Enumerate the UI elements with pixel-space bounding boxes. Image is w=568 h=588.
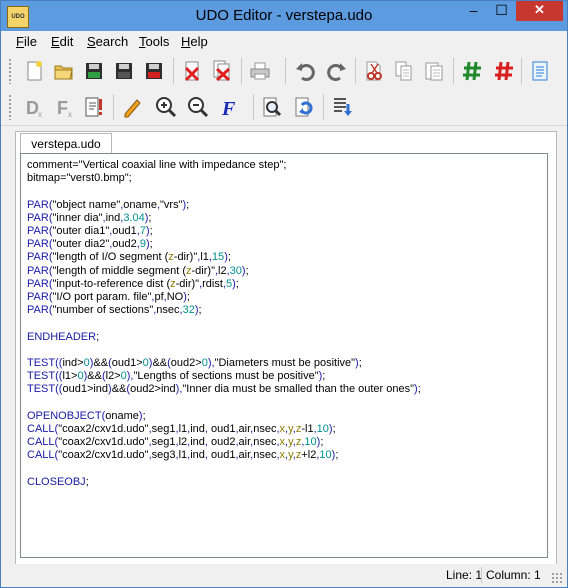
app-window: UDO UDO Editor - verstepa.udo – ☐ ✕ File… [0, 0, 568, 588]
status-bar: Line: 1 Column: 1 [1, 564, 567, 587]
code-line[interactable]: TEST((ind>0)&&(oud1>0)&&(oud2>0),"Diamet… [27, 357, 421, 370]
zoom-out-icon[interactable] [185, 93, 211, 121]
redo-icon[interactable] [323, 57, 349, 85]
code-line[interactable]: PAR("outer dia1",oud1,7); [27, 225, 421, 238]
list-down-icon[interactable] [329, 93, 355, 121]
menu-help[interactable]: Help [181, 34, 208, 49]
code-line[interactable]: TEST((l1>0)&&(l2>0),"Lengths of sections… [27, 370, 421, 383]
save-dark-icon[interactable] [111, 57, 137, 85]
code-line[interactable] [27, 463, 421, 476]
toolbar-separator [285, 58, 286, 84]
toolbar-separator [355, 58, 356, 84]
title-bar: UDO UDO Editor - verstepa.udo – ☐ ✕ [1, 1, 567, 31]
close-window-button[interactable]: ✕ [516, 1, 563, 21]
toolbar-separator [323, 94, 324, 120]
menu-edit[interactable]: Edit [51, 34, 73, 49]
code-line[interactable]: PAR("inner dia",ind,3.04); [27, 212, 421, 225]
svg-text:x: x [68, 110, 72, 118]
pencil-icon[interactable] [119, 93, 145, 121]
save-green-icon[interactable] [81, 57, 107, 85]
toolbar-separator [521, 58, 522, 84]
code-line[interactable]: TEST((oud1>ind)&&(oud2>ind),"Inner dia m… [27, 383, 421, 396]
code-line[interactable]: CALL("coax2/cxv1d.udo",seg1,l1,ind, oud1… [27, 423, 421, 436]
maximize-button[interactable]: ☐ [488, 1, 515, 21]
close-all-icon[interactable] [209, 57, 235, 85]
svg-text:F: F [221, 98, 236, 118]
secondary-toolbar: Dx Fx F [1, 89, 567, 126]
code-line[interactable]: PAR("number of sections",nsec,32); [27, 304, 421, 317]
replace-icon[interactable] [291, 93, 317, 121]
toolbar-separator [113, 94, 114, 120]
new-file-icon[interactable] [21, 57, 47, 85]
menu-tools[interactable]: Tools [139, 34, 169, 49]
code-line[interactable] [27, 344, 421, 357]
undo-icon[interactable] [293, 57, 319, 85]
code-line[interactable]: PAR("input-to-reference dist (z-dir)",rd… [27, 278, 421, 291]
minimize-button[interactable]: – [460, 1, 487, 21]
main-toolbar [1, 53, 567, 89]
print-icon[interactable] [247, 57, 273, 85]
open-folder-icon[interactable] [51, 57, 77, 85]
code-line[interactable]: PAR("outer dia2",oud2,9); [27, 238, 421, 251]
status-column: Column: 1 [486, 568, 541, 582]
search-doc-icon[interactable] [259, 93, 285, 121]
copy-icon[interactable] [391, 57, 417, 85]
code-line[interactable]: PAR("length of middle segment (z-dir)",l… [27, 265, 421, 278]
code-line[interactable] [27, 317, 421, 330]
status-line: Line: 1 [446, 568, 483, 582]
code-line[interactable]: OPENOBJECT(oname); [27, 410, 421, 423]
toolbar-separator [173, 58, 174, 84]
status-separator [481, 567, 482, 583]
code-line[interactable]: CALL("coax2/cxv1d.udo",seg1,l2,ind, oud2… [27, 436, 421, 449]
hash-red-icon[interactable] [491, 57, 517, 85]
resize-grip[interactable] [551, 572, 563, 584]
paste-icon[interactable] [421, 57, 447, 85]
code-line[interactable]: CALL("coax2/cxv1d.udo",seg3,l1,ind, oud1… [27, 449, 421, 462]
code-line[interactable]: ENDHEADER; [27, 331, 421, 344]
code-line[interactable] [27, 397, 421, 410]
toolbar-separator [241, 58, 242, 84]
code-line[interactable]: bitmap="verst0.bmp"; [27, 172, 421, 185]
doc-check-icon[interactable] [81, 93, 107, 121]
zoom-in-icon[interactable] [153, 93, 179, 121]
tab-verstepa-udo[interactable]: verstepa.udo [20, 133, 112, 154]
save-red-icon[interactable] [141, 57, 167, 85]
toolbar-grip[interactable] [8, 94, 12, 120]
cut-icon[interactable] [361, 57, 387, 85]
menu-bar: File Edit Search Tools Help [1, 31, 567, 53]
svg-text:x: x [38, 110, 42, 118]
hash-green-icon[interactable] [459, 57, 485, 85]
f-icon[interactable]: Fx [51, 93, 77, 121]
toolbar-separator [453, 58, 454, 84]
code-line[interactable]: CLOSEOBJ; [27, 476, 421, 489]
menu-file[interactable]: File [16, 34, 37, 49]
code-text[interactable]: comment="Vertical coaxial line with impe… [27, 159, 421, 489]
code-line[interactable]: PAR("length of I/O segment (z-dir)",l1,1… [27, 251, 421, 264]
menu-search[interactable]: Search [87, 34, 128, 49]
code-editor[interactable]: comment="Vertical coaxial line with impe… [20, 153, 548, 558]
code-line[interactable] [27, 185, 421, 198]
code-line[interactable]: PAR("I/O port param. file",pf,NO); [27, 291, 421, 304]
toolbar-grip[interactable] [8, 58, 12, 84]
svg-text:F: F [57, 98, 68, 118]
d-icon[interactable]: Dx [21, 93, 47, 121]
code-line[interactable]: comment="Vertical coaxial line with impe… [27, 159, 421, 172]
code-line[interactable]: PAR("object name",oname,"vrs"); [27, 199, 421, 212]
toolbar-separator [253, 94, 254, 120]
font-icon[interactable]: F [217, 93, 243, 121]
close-file-icon[interactable] [179, 57, 205, 85]
notes-icon[interactable] [527, 57, 553, 85]
